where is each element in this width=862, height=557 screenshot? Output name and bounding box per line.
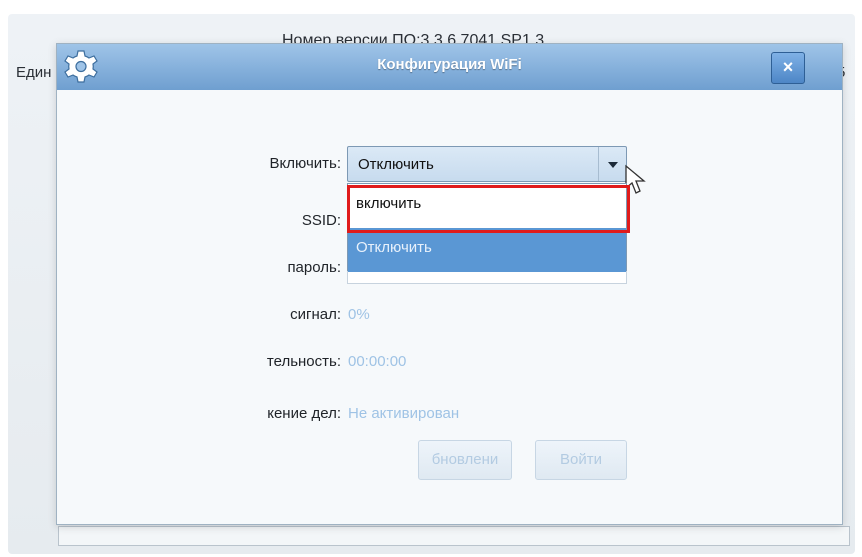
background-left-text: Един	[16, 64, 52, 81]
duration-label: тельность:	[266, 353, 341, 370]
status-value: Не активирован	[348, 405, 460, 422]
close-icon: ×	[782, 57, 794, 77]
enable-label: Включить:	[269, 155, 341, 172]
dropdown-option-disable[interactable]: Отключить	[348, 228, 626, 272]
duration-value: 00:00:00	[348, 353, 407, 370]
password-label: пароль:	[287, 259, 341, 276]
highlight-box	[347, 185, 630, 233]
enable-select[interactable]: Отключить	[347, 146, 627, 182]
close-button[interactable]: ×	[771, 52, 805, 84]
chevron-down-icon[interactable]	[598, 147, 626, 181]
ssid-label: SSID:	[301, 212, 341, 229]
status-label: кение дел:	[267, 405, 341, 422]
refresh-button[interactable]: бновлени	[418, 440, 512, 480]
bottom-bar	[58, 526, 850, 546]
dialog-title: Конфигурация WiFi	[377, 56, 522, 73]
signal-value: 0%	[348, 306, 370, 323]
login-button[interactable]: Войти	[535, 440, 627, 480]
wifi-config-dialog: Конфигурация WiFi × Включить: Отключить …	[56, 43, 843, 525]
enable-select-value: Отключить	[358, 156, 434, 173]
signal-label: сигнал:	[290, 306, 341, 323]
dialog-titlebar: Конфигурация WiFi ×	[57, 44, 842, 90]
